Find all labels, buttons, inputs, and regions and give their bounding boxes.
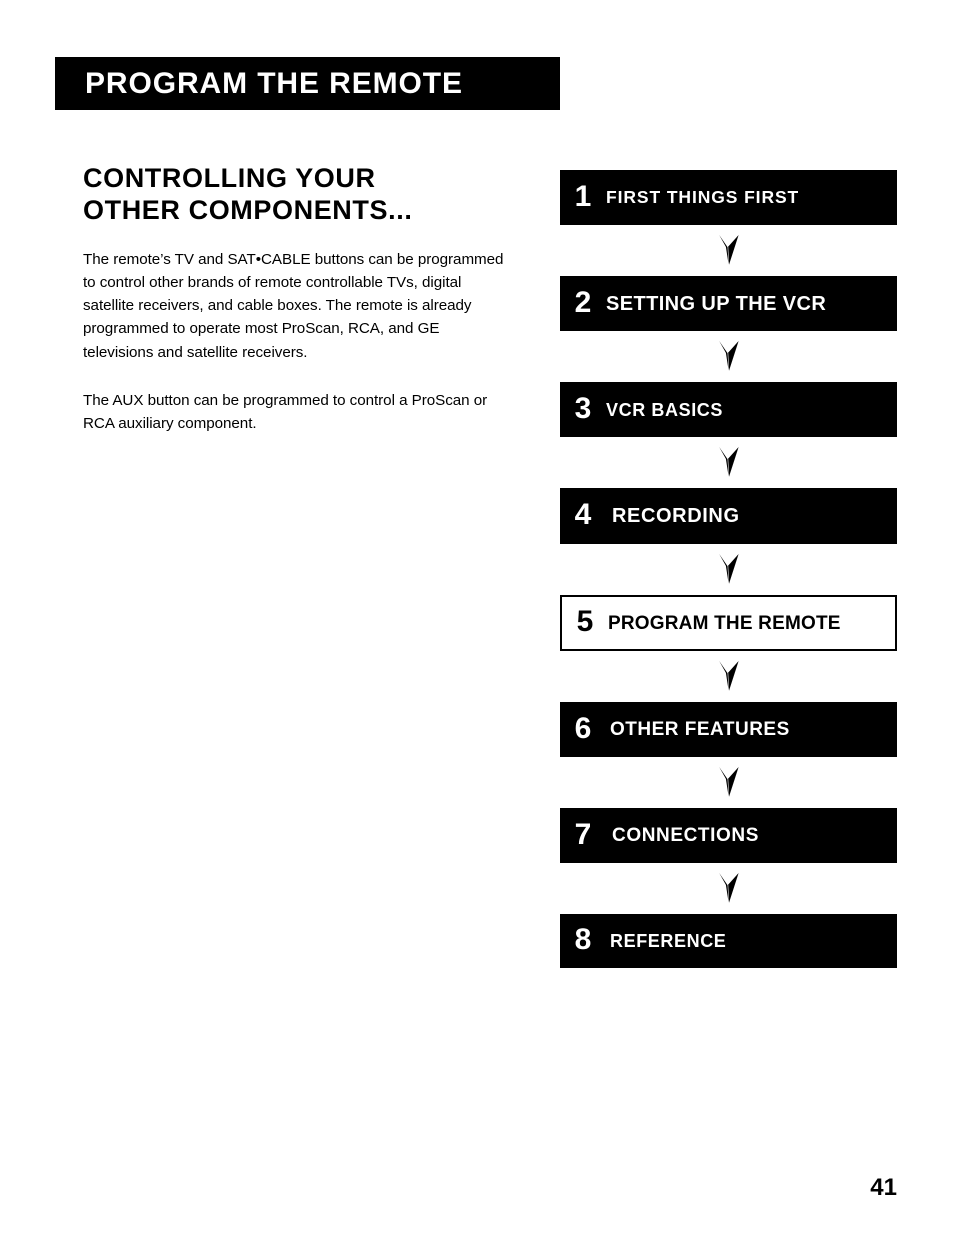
flowchart-item-2[interactable]: 2 SETTING UP THE VCR [560, 276, 897, 331]
chevron-down-arrow-icon [560, 544, 897, 595]
chevron-down-arrow-icon [560, 651, 897, 702]
flowchart-row: 1 FIRST THINGS FIRST [560, 170, 897, 225]
chevron-down-arrow-icon [560, 437, 897, 488]
page: PROGRAM THE REMOTE CONTROLLING YOUR OTHE… [0, 0, 954, 1235]
flowchart-row: 4 RECORDING [560, 488, 897, 544]
flowchart-item-4[interactable]: 4 RECORDING [560, 488, 897, 544]
flowchart-item-number: 5 [576, 605, 594, 638]
chevron-down-arrow-icon [560, 757, 897, 808]
flowchart-row: 3 VCR BASICS [560, 382, 897, 437]
flowchart-row: 7 CONNECTIONS [560, 808, 897, 863]
flowchart-item-8[interactable]: 8 REFERENCE [560, 914, 897, 968]
flowchart-item-number: 4 [574, 498, 592, 531]
chevron-down-arrow-icon [560, 331, 897, 382]
body-paragraph-2: The AUX button can be programmed to cont… [83, 391, 488, 432]
chevron-down-arrow-icon [560, 863, 897, 914]
flowchart-row: 8 REFERENCE [560, 914, 897, 968]
flowchart-item-number: 2 [574, 285, 592, 319]
flowchart-item-label: REFERENCE [610, 931, 727, 951]
flowchart-item-1[interactable]: 1 FIRST THINGS FIRST [560, 170, 897, 225]
flowchart-item-label: CONNECTIONS [612, 825, 759, 846]
flowchart-item-5[interactable]: 5 PROGRAM THE REMOTE [560, 595, 897, 651]
page-title: PROGRAM THE REMOTE [85, 66, 463, 100]
flowchart-item-label: FIRST THINGS FIRST [606, 186, 800, 207]
flowchart-row: 2 SETTING UP THE VCR [560, 276, 897, 331]
flowchart-item-label: PROGRAM THE REMOTE [608, 612, 841, 634]
flowchart-item-label: VCR BASICS [606, 399, 724, 420]
running-header-bar: PROGRAM THE REMOTE [55, 57, 560, 110]
flowchart-item-number: 8 [574, 923, 592, 956]
flowchart-item-number: 1 [574, 179, 592, 213]
chapter-flowchart: 1 FIRST THINGS FIRST 2 SETTING UP THE VCR 3 V… [560, 170, 897, 968]
flowchart-item-3[interactable]: 3 VCR BASICS [560, 382, 897, 437]
flowchart-item-label: SETTING UP THE VCR [606, 292, 827, 315]
flowchart-item-7[interactable]: 7 CONNECTIONS [560, 808, 897, 863]
body-paragraph-1: The remote’s TV and SAT•CABLE buttons ca… [83, 251, 504, 361]
chevron-down-arrow-icon [560, 225, 897, 276]
flowchart-item-number: 3 [574, 391, 592, 425]
flowchart-row: 6 OTHER FEATURES [560, 702, 897, 757]
flowchart-item-number: 7 [574, 817, 592, 851]
flowchart-item-6[interactable]: 6 OTHER FEATURES [560, 702, 897, 757]
left-text-column: CONTROLLING YOUR OTHER COMPONENTS... The… [83, 163, 508, 435]
flowchart-item-number: 6 [574, 711, 592, 745]
flowchart-item-label: OTHER FEATURES [610, 719, 790, 740]
page-number: 41 [870, 1174, 897, 1201]
flowchart-row: 5 PROGRAM THE REMOTE [560, 595, 897, 651]
section-heading: CONTROLLING YOUR OTHER COMPONENTS... [83, 163, 413, 225]
flowchart-item-label: RECORDING [612, 505, 740, 527]
